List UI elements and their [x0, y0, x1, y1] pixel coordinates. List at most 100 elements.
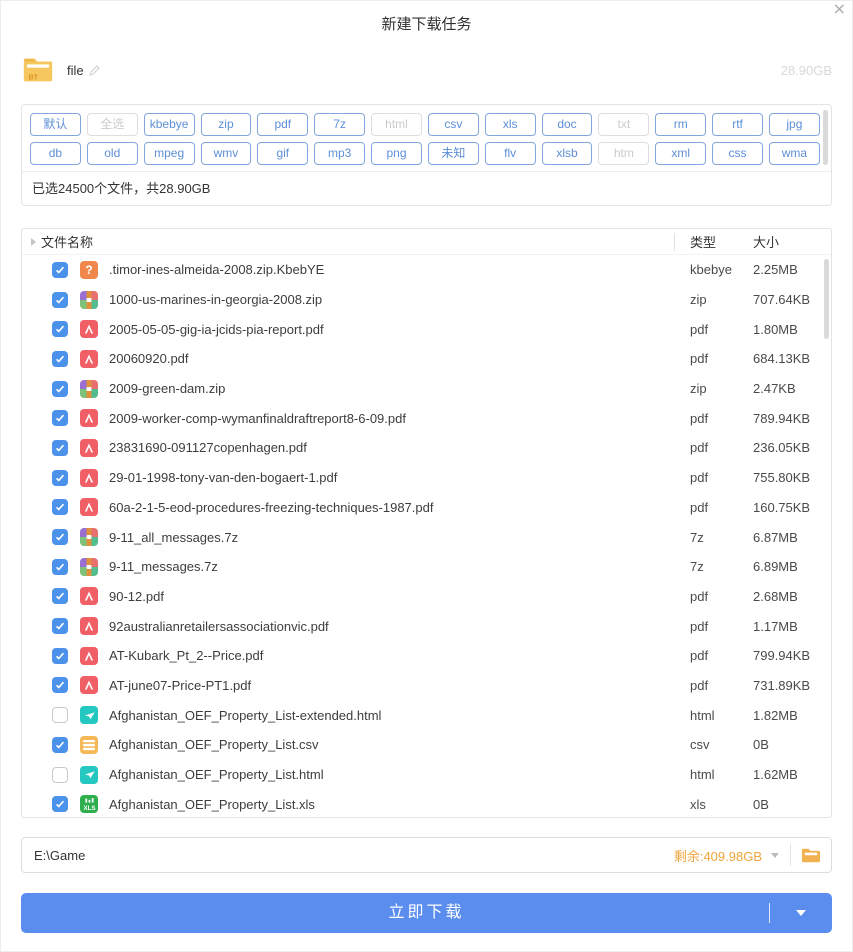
row-checkbox[interactable]: [52, 618, 68, 634]
column-header-type[interactable]: 类型: [674, 232, 741, 251]
filter-chip-pdf[interactable]: pdf: [257, 113, 308, 136]
table-row[interactable]: 9-11_messages.7z7z6.89MB: [22, 552, 831, 582]
row-checkbox[interactable]: [52, 588, 68, 604]
xls-file-icon: XLS: [80, 795, 98, 813]
file-type: pdf: [674, 322, 741, 337]
table-row[interactable]: 23831690-091127copenhagen.pdfpdf236.05KB: [22, 433, 831, 463]
expand-triangle-icon[interactable]: [31, 238, 36, 246]
dialog-title: 新建下载任务: [21, 1, 832, 34]
filter-chip-rtf[interactable]: rtf: [712, 113, 763, 136]
filter-chip-未知[interactable]: 未知: [428, 142, 479, 165]
file-size: 1.82MB: [741, 708, 831, 723]
table-row[interactable]: Afghanistan_OEF_Property_List-extended.h…: [22, 700, 831, 730]
table-row[interactable]: 29-01-1998-tony-van-den-bogaert-1.pdfpdf…: [22, 463, 831, 493]
filter-chip-gif[interactable]: gif: [257, 142, 308, 165]
column-header-size[interactable]: 大小: [741, 232, 831, 251]
row-checkbox[interactable]: [52, 707, 68, 723]
button-divider: [769, 903, 770, 923]
row-checkbox[interactable]: [52, 321, 68, 337]
table-row[interactable]: XLSAfghanistan_OEF_Property_List.xlsxls0…: [22, 789, 831, 818]
save-path-value[interactable]: E:\Game: [34, 848, 674, 863]
file-type: pdf: [674, 470, 741, 485]
edit-name-icon[interactable]: [88, 64, 101, 77]
save-path-input[interactable]: E:\Game 剩余:409.98GB: [21, 837, 832, 873]
table-scrollbar[interactable]: [824, 259, 829, 339]
file-size: 2.25MB: [741, 262, 831, 277]
filter-chip-db[interactable]: db: [30, 142, 81, 165]
filter-chip-mpeg[interactable]: mpeg: [144, 142, 195, 165]
row-checkbox[interactable]: [52, 559, 68, 575]
row-checkbox[interactable]: [52, 737, 68, 753]
file-size: 1.17MB: [741, 619, 831, 634]
row-checkbox[interactable]: [52, 292, 68, 308]
row-checkbox[interactable]: [52, 262, 68, 278]
table-row[interactable]: 2009-green-dam.zipzip2.47KB: [22, 374, 831, 404]
column-header-name[interactable]: 文件名称: [22, 232, 674, 251]
filter-chip-htm[interactable]: htm: [598, 142, 649, 165]
filter-chip-rm[interactable]: rm: [655, 113, 706, 136]
filter-chip-zip[interactable]: zip: [201, 113, 252, 136]
file-type: pdf: [674, 440, 741, 455]
file-size: 160.75KB: [741, 500, 831, 515]
table-row[interactable]: ?.timor-ines-almeida-2008.zip.KbebYEkbeb…: [22, 255, 831, 285]
filter-chip-png[interactable]: png: [371, 142, 422, 165]
file-name: AT-june07-Price-PT1.pdf: [109, 678, 674, 693]
filter-chip-xls[interactable]: xls: [485, 113, 536, 136]
row-checkbox[interactable]: [52, 470, 68, 486]
filter-chip-doc[interactable]: doc: [542, 113, 593, 136]
pdf-file-icon: [80, 439, 98, 457]
filter-chip-txt[interactable]: txt: [598, 113, 649, 136]
filter-chip-html[interactable]: html: [371, 113, 422, 136]
row-checkbox[interactable]: [52, 529, 68, 545]
filter-chip-默认[interactable]: 默认: [30, 113, 81, 136]
table-row[interactable]: Afghanistan_OEF_Property_List.htmlhtml1.…: [22, 760, 831, 790]
table-row[interactable]: 20060920.pdfpdf684.13KB: [22, 344, 831, 374]
filter-panel: 默认全选 kbebye zippdf 7z htmlcsvxlsdoctxtrmrtfj…: [21, 104, 832, 206]
table-row[interactable]: 2009-worker-comp-wymanfinaldraftreport8-…: [22, 403, 831, 433]
table-row[interactable]: 92australianretailersassociationvic.pdfp…: [22, 611, 831, 641]
table-row[interactable]: 9-11_all_messages.7z7z6.87MB: [22, 522, 831, 552]
download-options-icon[interactable]: [796, 910, 806, 916]
filter-scrollbar[interactable]: [823, 110, 828, 165]
row-checkbox[interactable]: [52, 410, 68, 426]
row-checkbox[interactable]: [52, 677, 68, 693]
filter-chip-jpg[interactable]: jpg: [769, 113, 820, 136]
row-checkbox[interactable]: [52, 440, 68, 456]
file-name: 20060920.pdf: [109, 351, 674, 366]
filter-chip-old[interactable]: old: [87, 142, 138, 165]
download-now-button[interactable]: 立即下载: [21, 893, 832, 933]
table-row[interactable]: AT-june07-Price-PT1.pdfpdf731.89KB: [22, 671, 831, 701]
filter-chip-xlsb[interactable]: xlsb: [542, 142, 593, 165]
filter-chip-csv[interactable]: csv: [428, 113, 479, 136]
filter-chip-list: 默认全选 kbebye zippdf 7z htmlcsvxlsdoctxtrmrtfj…: [22, 105, 831, 171]
row-checkbox[interactable]: [52, 351, 68, 367]
filter-chip-mp3[interactable]: mp3: [314, 142, 365, 165]
browse-folder-icon[interactable]: [801, 847, 821, 864]
table-row[interactable]: 1000-us-marines-in-georgia-2008.zipzip70…: [22, 285, 831, 315]
file-name: 2009-green-dam.zip: [109, 381, 674, 396]
table-row[interactable]: 2005-05-05-gig-ia-jcids-pia-report.pdfpd…: [22, 314, 831, 344]
table-row[interactable]: AT-Kubark_Pt_2--Price.pdfpdf799.94KB: [22, 641, 831, 671]
filter-chip-7z[interactable]: 7z: [314, 113, 365, 136]
row-checkbox[interactable]: [52, 381, 68, 397]
filter-chip-wmv[interactable]: wmv: [201, 142, 252, 165]
row-checkbox[interactable]: [52, 767, 68, 783]
row-checkbox[interactable]: [52, 648, 68, 664]
close-icon[interactable]: ×: [833, 0, 846, 19]
filter-chip-全选[interactable]: 全选: [87, 113, 138, 136]
filter-chip-xml[interactable]: xml: [655, 142, 706, 165]
download-button-label: 立即下载: [388, 904, 464, 921]
file-size: 1.62MB: [741, 767, 831, 782]
file-type: zip: [674, 381, 741, 396]
path-dropdown-icon[interactable]: [771, 853, 779, 858]
table-row[interactable]: 90-12.pdfpdf2.68MB: [22, 582, 831, 612]
filter-chip-wma[interactable]: wma: [769, 142, 820, 165]
table-row[interactable]: 60a-2-1-5-eod-procedures-freezing-techni…: [22, 493, 831, 523]
row-checkbox[interactable]: [52, 796, 68, 812]
file-type: pdf: [674, 351, 741, 366]
filter-chip-kbebye[interactable]: kbebye: [144, 113, 195, 136]
filter-chip-flv[interactable]: flv: [485, 142, 536, 165]
table-row[interactable]: Afghanistan_OEF_Property_List.csvcsv0B: [22, 730, 831, 760]
row-checkbox[interactable]: [52, 499, 68, 515]
filter-chip-css[interactable]: css: [712, 142, 763, 165]
